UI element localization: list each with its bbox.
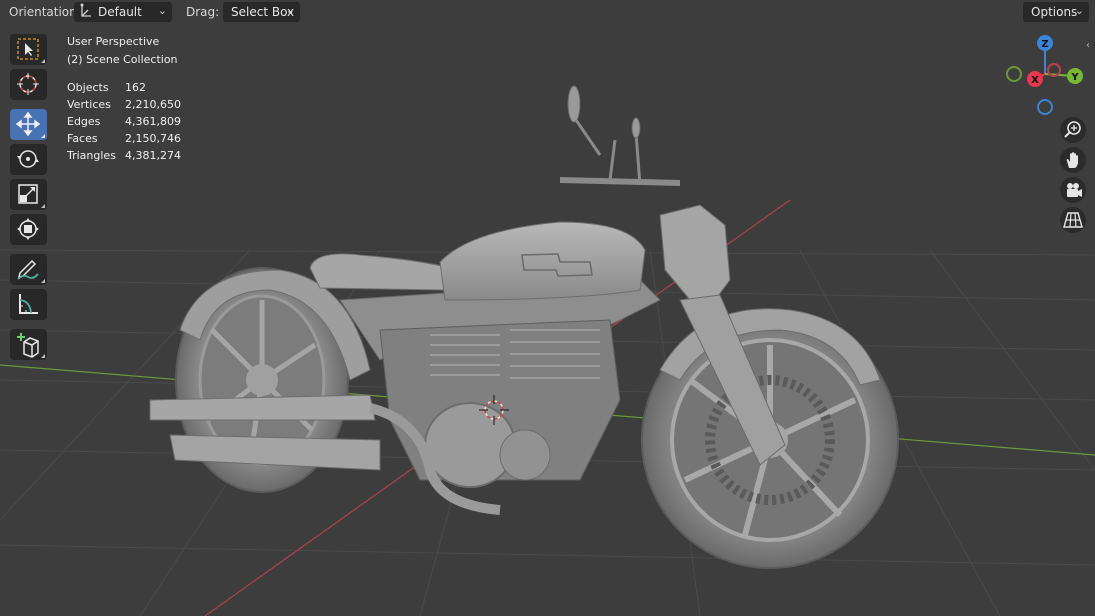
camera-view-button[interactable] <box>1060 177 1086 203</box>
gizmo-z-label: Z <box>1041 39 1048 50</box>
measure-tool[interactable] <box>10 289 47 320</box>
stat-label-vertices: Vertices <box>67 98 111 111</box>
drag-label: Drag: <box>186 5 220 19</box>
stat-value-vertices: 2,210,650 <box>125 98 181 111</box>
zoom-button[interactable] <box>1060 117 1086 143</box>
add-cube-tool[interactable] <box>10 329 47 360</box>
scene-canvas <box>0 85 1095 616</box>
options-label: Options <box>1031 5 1078 19</box>
transform-tool[interactable] <box>10 214 47 245</box>
motorcycle-model <box>149 85 899 569</box>
sidebar-toggle-icon[interactable]: ‹ <box>1086 40 1090 51</box>
stat-value-edges: 4,361,809 <box>125 115 181 128</box>
stat-label-objects: Objects <box>67 81 109 94</box>
stat-value-objects: 162 <box>125 81 146 94</box>
chevron-down-icon: ⌄ <box>157 4 167 17</box>
viewport-header: Orientation: Default ⌄ Drag: Select Box … <box>0 0 1095 24</box>
drag-value: Select Box <box>231 5 295 19</box>
view-name: User Perspective <box>67 35 160 48</box>
orientation-dropdown[interactable]: Default ⌄ <box>74 2 172 22</box>
gizmo-x-label: X <box>1031 75 1039 86</box>
stat-label-edges: Edges <box>67 115 101 128</box>
navigation-gizmo[interactable]: Z X Y <box>1000 32 1090 122</box>
annotate-tool[interactable] <box>10 254 47 285</box>
stat-label-faces: Faces <box>67 132 98 145</box>
orientation-label: Orientation: <box>9 5 81 19</box>
pan-button[interactable] <box>1060 147 1086 173</box>
orientation-value: Default <box>98 5 142 19</box>
stat-value-triangles: 4,381,274 <box>125 149 181 162</box>
gizmo-y-label: Y <box>1070 72 1079 83</box>
drag-dropdown[interactable]: Select Box ⌄ <box>223 2 300 22</box>
orientation-icon <box>79 3 93 22</box>
scale-tool[interactable] <box>10 179 47 210</box>
3d-viewport[interactable]: Orientation: Default ⌄ Drag: Select Box … <box>0 0 1095 616</box>
stat-label-triangles: Triangles <box>67 149 116 162</box>
chevron-down-icon: ⌄ <box>1074 4 1084 17</box>
move-tool[interactable] <box>10 109 47 140</box>
cursor-tool[interactable] <box>10 69 47 100</box>
rotate-tool[interactable] <box>10 144 47 175</box>
perspective-toggle-button[interactable] <box>1060 207 1086 233</box>
stat-value-faces: 2,150,746 <box>125 132 181 145</box>
select-box-tool[interactable] <box>10 34 47 65</box>
options-dropdown[interactable]: Options ⌄ <box>1023 2 1089 22</box>
chevron-down-icon: ⌄ <box>285 4 295 17</box>
collection-name: (2) Scene Collection <box>67 53 178 66</box>
